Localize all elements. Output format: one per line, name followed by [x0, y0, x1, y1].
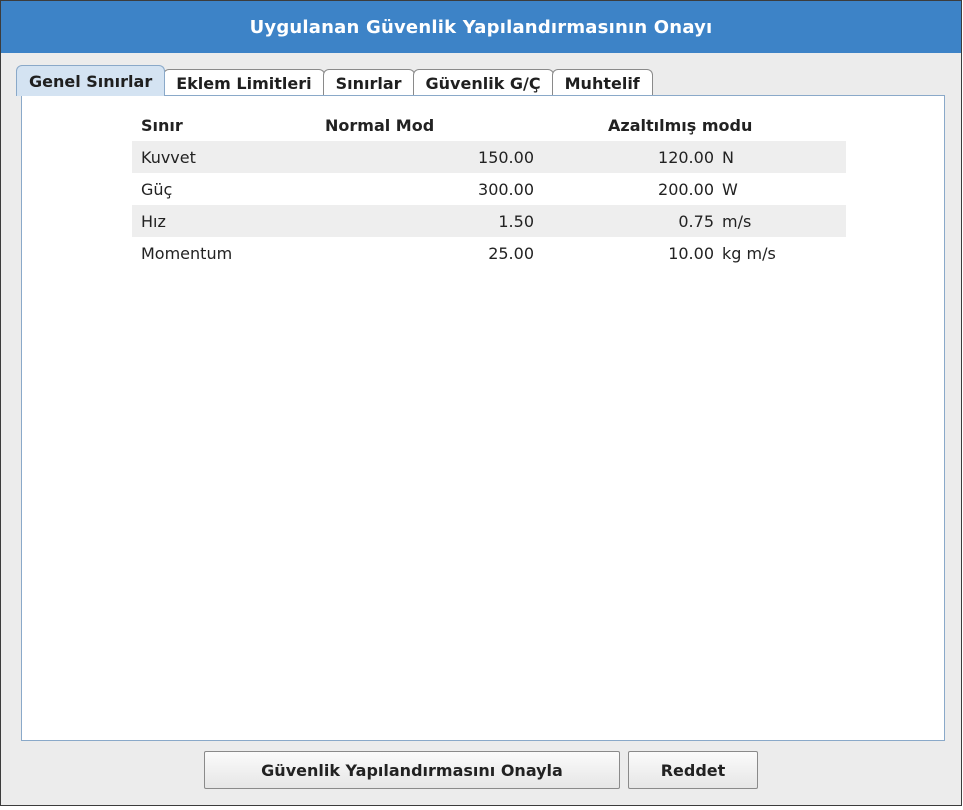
limit-name: Momentum — [141, 243, 233, 263]
normal-value: 150.00 — [316, 141, 534, 173]
limit-name: Kuvvet — [132, 141, 316, 173]
limit-name: Güç — [141, 179, 173, 199]
limit-name: Hız — [132, 205, 316, 237]
table-row: Güç 300.00 200.00 W — [132, 173, 846, 205]
tab-strip: Genel Sınırlar Eklem Limitleri Sınırlar … — [16, 64, 653, 96]
unit: m/s — [714, 205, 846, 237]
unit: N — [714, 141, 846, 173]
button-bar: Güvenlik Yapılandırmasını Onayla Reddet — [1, 751, 961, 791]
table-row: Kuvvet 150.00 120.00 N — [132, 141, 846, 173]
tab-general-limits[interactable]: Genel Sınırlar — [16, 65, 166, 96]
limits-table: Sınır Normal Mod Azaltılmış modu Kuvvet … — [132, 109, 846, 269]
reduced-value: 200.00 — [658, 179, 714, 199]
tab-misc[interactable]: Muhtelif — [551, 69, 653, 96]
normal-value: 300.00 — [478, 179, 534, 199]
normal-value: 1.50 — [316, 205, 534, 237]
tab-safety-io[interactable]: Güvenlik G/Ç — [412, 69, 554, 96]
tab-boundaries[interactable]: Sınırlar — [322, 69, 415, 96]
column-header-normal-mode: Normal Mod — [325, 115, 435, 135]
table-row: Hız 1.50 0.75 m/s — [132, 205, 846, 237]
tab-joint-limits[interactable]: Eklem Limitleri — [163, 69, 325, 96]
dialog-title: Uygulanan Güvenlik Yapılandırmasının Ona… — [1, 1, 961, 53]
unit: kg m/s — [722, 243, 776, 263]
table-header-row: Sınır Normal Mod Azaltılmış modu — [132, 109, 846, 141]
column-header-reduced-mode: Azaltılmış modu — [608, 115, 753, 135]
normal-value: 25.00 — [488, 243, 534, 263]
reject-button[interactable]: Reddet — [628, 751, 758, 789]
reduced-value: 120.00 — [534, 141, 714, 173]
reduced-value: 0.75 — [534, 205, 714, 237]
confirm-safety-config-button[interactable]: Güvenlik Yapılandırmasını Onayla — [204, 751, 620, 789]
confirmation-dialog: Uygulanan Güvenlik Yapılandırmasının Ona… — [0, 0, 962, 806]
table-row: Momentum 25.00 10.00 kg m/s — [132, 237, 846, 269]
reduced-value: 10.00 — [668, 243, 714, 263]
column-header-limit: Sınır — [141, 115, 183, 135]
tab-panel-general-limits: Sınır Normal Mod Azaltılmış modu Kuvvet … — [21, 95, 945, 741]
unit: W — [722, 179, 738, 199]
